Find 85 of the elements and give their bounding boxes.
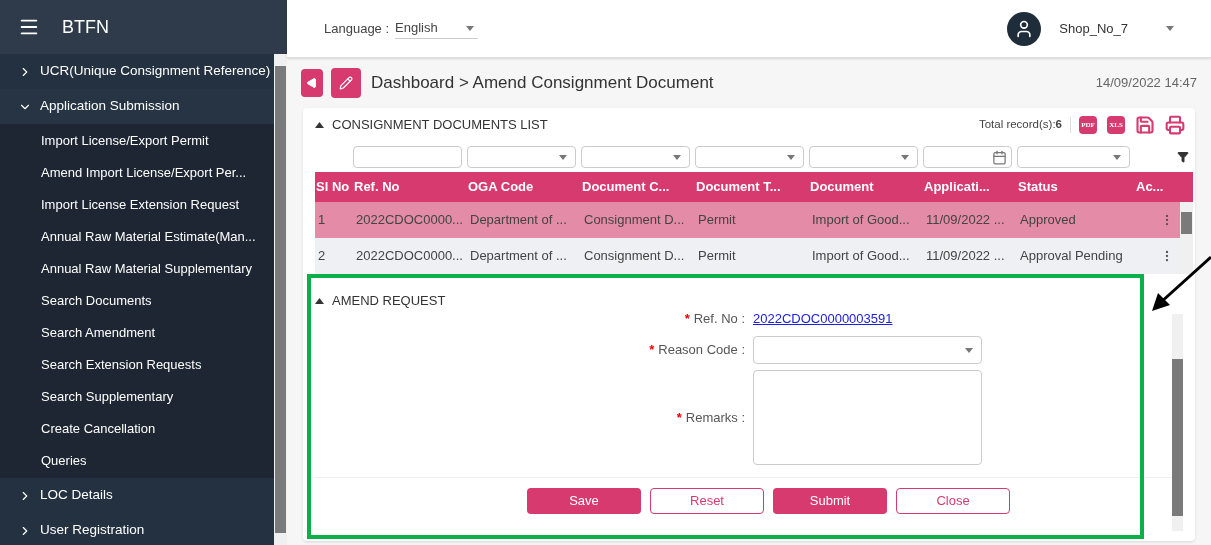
app-title: BTFN bbox=[62, 15, 109, 39]
sidebar-item[interactable]: Search Amendment bbox=[0, 317, 274, 349]
section-title: AMEND REQUEST bbox=[332, 292, 446, 311]
dropdown-caret-icon bbox=[1166, 26, 1174, 31]
table-cell-text: Approval Pending bbox=[1019, 247, 1124, 266]
avatar-icon[interactable] bbox=[1007, 11, 1042, 46]
sidebar-item[interactable]: Search Extension Requests bbox=[0, 349, 274, 381]
table-cell-text: Permit bbox=[697, 211, 737, 230]
sidebar-item[interactable]: Annual Raw Material Estimate(Man... bbox=[0, 221, 274, 253]
sidebar-group[interactable]: UCR(Unique Consignment Reference) bbox=[0, 54, 274, 89]
form-scrollbar[interactable] bbox=[1172, 314, 1183, 531]
column-header[interactable]: Document bbox=[809, 177, 923, 197]
table-row[interactable]: 1 2022CDOC0000... Department of ... Consignment D... Permit Import of Good... 11/09/2022 ... Approved bbox=[315, 202, 1180, 238]
table-cell-text: Import of Good... bbox=[811, 211, 911, 230]
date-filter[interactable] bbox=[923, 146, 1012, 168]
sidebar-group[interactable]: User Registration bbox=[0, 513, 274, 545]
table-cell-text: 2022CDOC0000... bbox=[355, 247, 464, 266]
ref-no-link[interactable]: 2022CDOC0000003591 bbox=[753, 309, 893, 329]
action-button[interactable]: Close bbox=[896, 488, 1010, 514]
dropdown-caret-icon bbox=[1113, 154, 1121, 160]
dropdown-caret-icon bbox=[901, 154, 909, 160]
language-select[interactable]: English bbox=[395, 18, 479, 39]
action-button[interactable]: Submit bbox=[773, 488, 887, 514]
table-cell-text: Import of Good... bbox=[811, 247, 911, 266]
column-header[interactable]: Applicati... bbox=[923, 177, 1017, 197]
table-cell-text: 11/09/2022 ... bbox=[925, 211, 1006, 230]
calendar-icon bbox=[992, 149, 1007, 165]
remarks-field[interactable] bbox=[753, 370, 982, 465]
column-header[interactable]: Ac... bbox=[1135, 177, 1193, 197]
total-records: Total record(s):6 bbox=[978, 117, 1062, 133]
sidebar-item[interactable]: Search Supplementary bbox=[0, 381, 274, 413]
field-label: Ref. No : bbox=[693, 310, 745, 329]
print-icon[interactable] bbox=[1165, 115, 1185, 135]
column-header[interactable]: Status bbox=[1017, 177, 1135, 197]
field-label: Reason Code : bbox=[658, 341, 745, 360]
column-header[interactable]: Ref. No bbox=[353, 177, 467, 197]
table-scrollbar[interactable] bbox=[1180, 202, 1193, 274]
field-label: Remarks : bbox=[685, 408, 745, 427]
sidebar-item[interactable]: Import License/Export Permit bbox=[0, 125, 274, 157]
sidebar-group[interactable]: LOC Details bbox=[0, 478, 274, 513]
required-mark: * bbox=[684, 310, 690, 329]
table-cell-text: Consignment D... bbox=[583, 247, 686, 266]
collapse-icon[interactable] bbox=[315, 298, 324, 304]
sidebar-item[interactable]: Create Cancellation bbox=[0, 413, 274, 445]
user-name[interactable]: Shop_No_7 bbox=[1059, 18, 1128, 39]
table-cell-text: Department of ... bbox=[469, 247, 568, 266]
action-button[interactable]: Save bbox=[527, 488, 641, 514]
table-row[interactable]: 2 2022CDOC0000... Department of ... Consignment D... Permit Import of Good... 11/09/2022 ... Approval Pending bbox=[315, 238, 1180, 274]
table-cell-text: Permit bbox=[697, 247, 737, 266]
left-triangle-icon bbox=[306, 77, 318, 89]
edit-button[interactable] bbox=[331, 68, 361, 98]
breadcrumb: Dashboard > Amend Consignment Document bbox=[371, 72, 714, 95]
sidebar-group[interactable]: Application Submission bbox=[0, 89, 274, 124]
collapse-icon[interactable] bbox=[315, 122, 324, 128]
table-cell-text: 2022CDOC0000... bbox=[355, 211, 464, 230]
section-title: CONSIGNMENT DOCUMENTS LIST bbox=[332, 116, 548, 135]
table-cell-text: 11/09/2022 ... bbox=[925, 247, 1006, 266]
action-button[interactable]: Reset bbox=[650, 488, 764, 514]
dropdown-caret-icon bbox=[466, 25, 475, 31]
required-mark: * bbox=[676, 408, 682, 427]
dropdown-caret-icon bbox=[787, 154, 795, 160]
column-header[interactable]: OGA Code bbox=[467, 177, 581, 197]
table-cell-text: Consignment D... bbox=[583, 211, 686, 230]
dropdown-caret-icon bbox=[673, 154, 681, 160]
language-label: Language : bbox=[324, 19, 390, 38]
sidebar-item[interactable]: Amend Import License/Export Per... bbox=[0, 157, 274, 189]
column-header[interactable]: Document C... bbox=[581, 177, 695, 197]
pencil-icon bbox=[339, 76, 353, 90]
filter-input[interactable] bbox=[353, 146, 462, 168]
sidebar-item[interactable]: Import License Extension Request bbox=[0, 189, 274, 221]
sidebar-item[interactable]: Annual Raw Material Supplementary bbox=[0, 253, 274, 285]
sidebar-item[interactable]: Queries bbox=[0, 445, 274, 477]
save-icon[interactable] bbox=[1135, 115, 1155, 135]
dropdown-caret-icon bbox=[559, 154, 567, 160]
back-button[interactable] bbox=[301, 69, 323, 97]
filter-icon[interactable] bbox=[1177, 151, 1189, 163]
sidebar-scrollbar[interactable] bbox=[274, 54, 287, 545]
column-header[interactable]: Document T... bbox=[695, 177, 809, 197]
column-header[interactable]: Sl No bbox=[315, 177, 353, 197]
sidebar-item[interactable]: Search Documents bbox=[0, 285, 274, 317]
date-time: 14/09/2022 14:47 bbox=[1095, 74, 1197, 93]
table-cell-text: Department of ... bbox=[469, 211, 568, 230]
dropdown-caret-icon bbox=[965, 347, 973, 353]
required-mark: * bbox=[649, 341, 655, 360]
table-cell-text: Approved bbox=[1019, 211, 1077, 230]
